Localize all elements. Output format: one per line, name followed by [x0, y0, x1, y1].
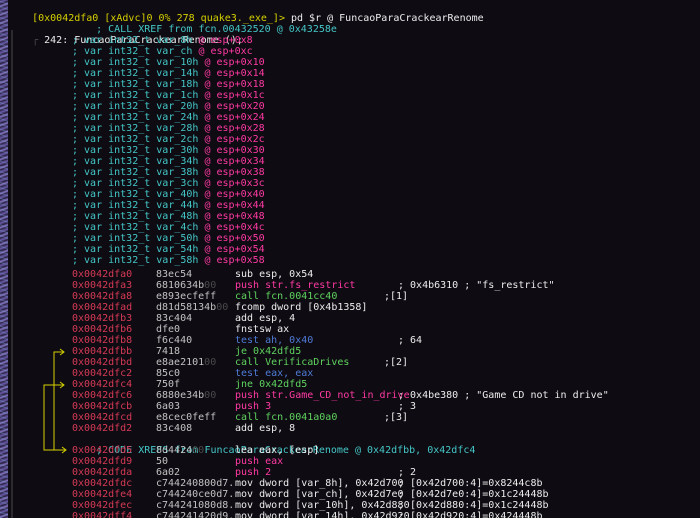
jump-arrow-je [53, 351, 66, 451]
jump-arrows [11, 30, 67, 518]
jump-arrow-jne [43, 384, 66, 451]
terminal-window: [0x0042dfa0 [xAdvc]0 0% 278 quake3._exe_… [0, 0, 700, 518]
